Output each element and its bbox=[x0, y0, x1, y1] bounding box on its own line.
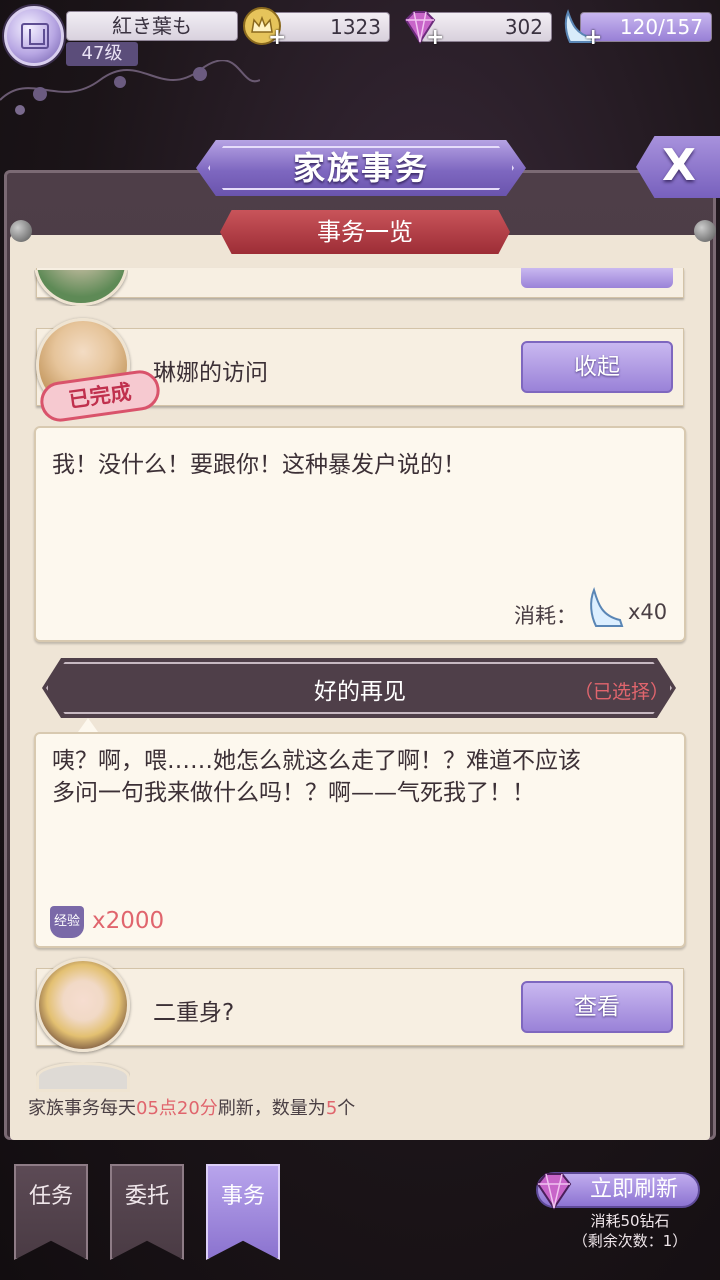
reward-amount: x2000 bbox=[92, 908, 165, 934]
speech-pointer bbox=[78, 718, 98, 732]
page-title: 家族事务 bbox=[208, 146, 514, 190]
tab-tasks[interactable]: 任务 bbox=[14, 1164, 88, 1260]
view-button-partial[interactable] bbox=[521, 268, 673, 288]
response-text-line1: 咦？啊，喂……她怎么就这么走了啊！？难道不应该 bbox=[52, 748, 581, 774]
dialogue-card: 我！没什么！要跟你！这种暴发户说的！ 消耗： x40 bbox=[34, 426, 686, 642]
dialogue-text: 我！没什么！要跟你！这种暴发户说的！ bbox=[52, 452, 466, 478]
castle-icon bbox=[21, 23, 49, 49]
event-title: 琳娜的访问 bbox=[153, 360, 268, 386]
note-prefix: 家族事务每天 bbox=[28, 1098, 136, 1119]
event-title: 二重身? bbox=[153, 1000, 235, 1026]
tab-commissions[interactable]: 委托 bbox=[110, 1164, 184, 1260]
add-stamina-icon[interactable]: + bbox=[584, 27, 602, 49]
top-resource-bar: 紅き葉も 47级 1323 + 302 + 120/157 + bbox=[0, 0, 720, 120]
cost-label: 消耗： bbox=[514, 604, 577, 628]
refresh-remaining-text: （剩余次数：1） bbox=[572, 1232, 688, 1250]
add-diamonds-icon[interactable]: + bbox=[426, 27, 444, 49]
note-time: 05点20分 bbox=[136, 1098, 218, 1119]
avatar bbox=[36, 958, 130, 1052]
pin-left-icon bbox=[10, 220, 32, 242]
list-item bbox=[36, 268, 684, 298]
player-avatar[interactable] bbox=[4, 6, 64, 66]
rose-vine-decoration bbox=[0, 60, 260, 115]
collapse-button[interactable]: 收起 bbox=[521, 341, 673, 393]
diamond-gem-icon bbox=[536, 1173, 572, 1210]
pin-right-icon bbox=[694, 220, 716, 242]
refresh-schedule-note: 家族事务每天05点20分刷新，数量为5个 bbox=[28, 1094, 355, 1120]
cost-amount: x40 bbox=[628, 600, 668, 624]
list-item-doppelganger: 二重身? 查看 bbox=[36, 968, 684, 1046]
note-suffix: 个 bbox=[337, 1098, 356, 1119]
exp-badge-icon: 经验 bbox=[50, 906, 84, 938]
choice-selected-label: （已选择） bbox=[574, 681, 670, 703]
refresh-cost-text: 消耗50钻石 bbox=[590, 1212, 670, 1230]
response-text-line2: 多问一句我来做什么吗！？啊——气死我了！！ bbox=[52, 780, 535, 806]
avatar bbox=[36, 1062, 130, 1092]
tab-affairs[interactable]: 事务 bbox=[206, 1164, 280, 1260]
note-count: 5 bbox=[325, 1098, 338, 1119]
player-name: 紅き葉も bbox=[66, 11, 238, 41]
view-button[interactable]: 查看 bbox=[521, 981, 673, 1033]
section-subtitle: 事务一览 bbox=[220, 210, 510, 254]
glass-slipper-icon bbox=[590, 586, 624, 627]
add-gold-icon[interactable]: + bbox=[268, 27, 286, 49]
note-mid: 刷新，数量为 bbox=[217, 1098, 326, 1119]
close-icon: X bbox=[662, 140, 696, 191]
